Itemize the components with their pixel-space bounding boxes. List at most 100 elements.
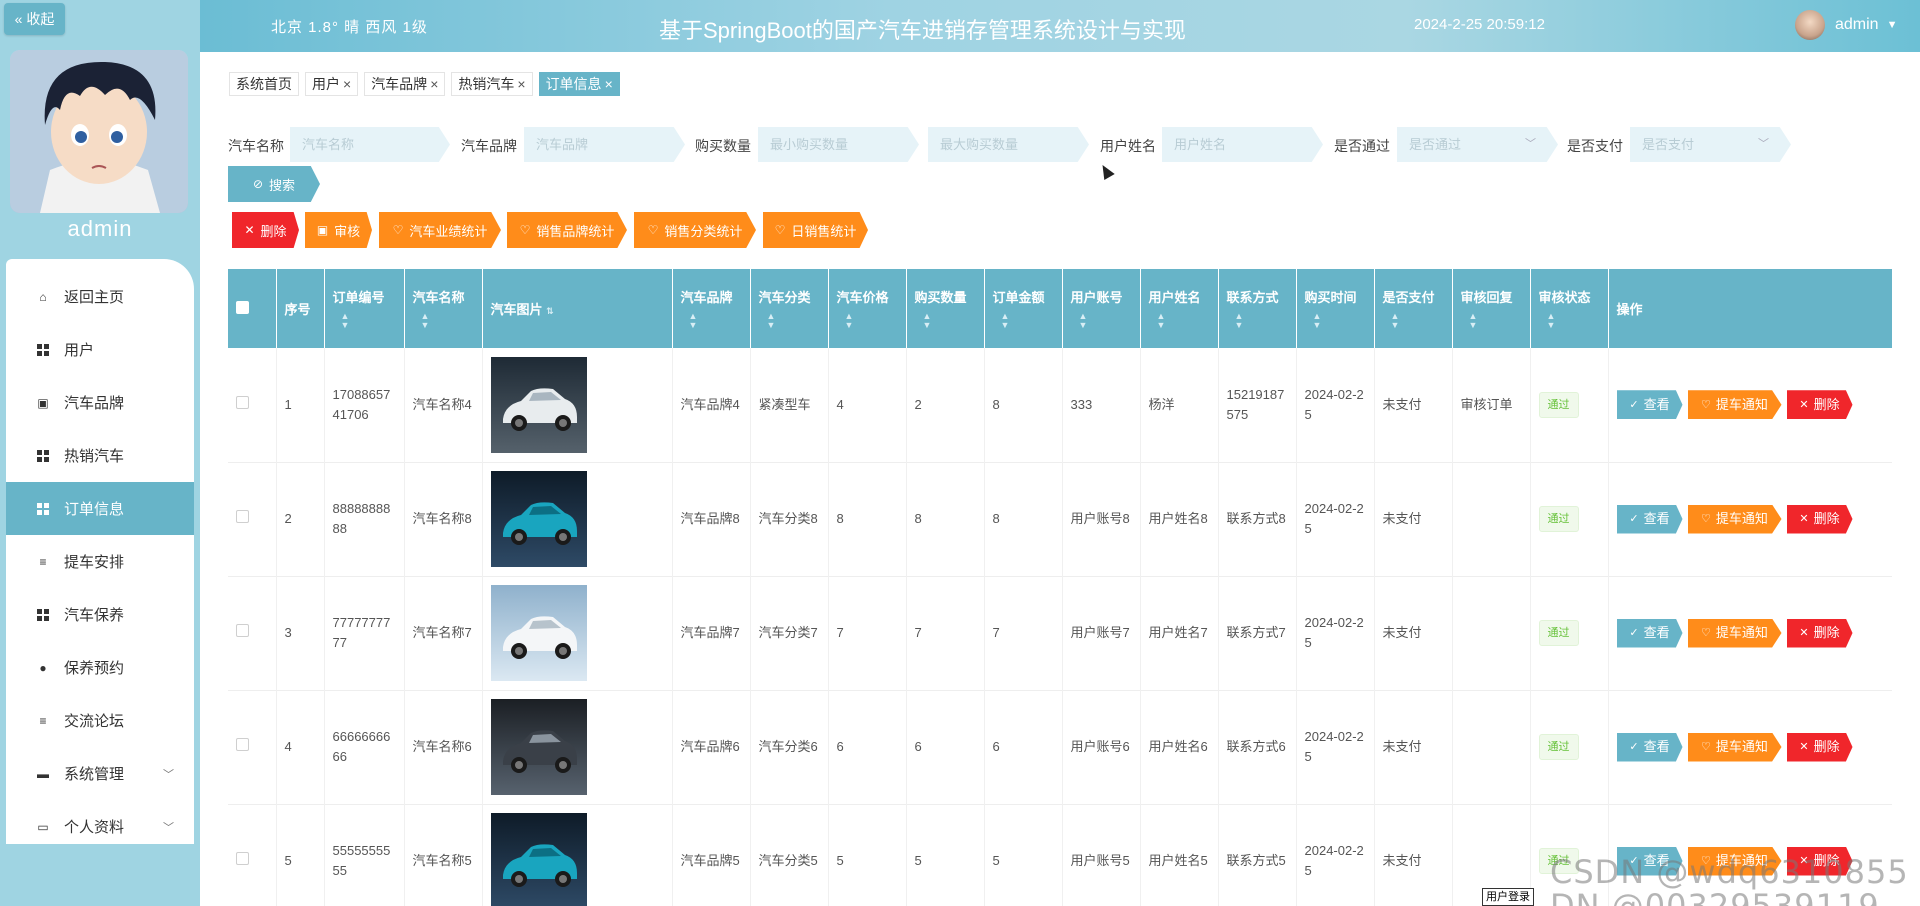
category-stats-button[interactable]: ♡ 销售分类统计 [634,212,756,248]
sort-icon[interactable]: ▲ ▼ [333,312,404,330]
sidebar-item-home[interactable]: ⌂ 返回主页 [6,270,194,323]
column-header[interactable]: 订单编号 ▲ ▼ [324,269,405,348]
pickup-notify-button[interactable]: ♡ 提车通知 [1687,618,1782,648]
status-badge: 通过 [1538,391,1579,418]
column-header[interactable]: 审核状态 ▲ ▼ [1530,269,1609,348]
sort-icon[interactable]: ▲ ▼ [1539,312,1608,330]
sort-icon[interactable]: ▲ ▼ [681,312,750,330]
tab-label: 用户 [312,76,340,92]
sort-icon[interactable]: ▲ ▼ [1461,312,1530,330]
column-header[interactable]: 是否支付 ▲ ▼ [1374,269,1453,348]
row-delete-button[interactable]: ✕ 删除 [1786,732,1853,762]
column-header[interactable]: 用户姓名 ▲ ▼ [1140,269,1219,348]
row-checkbox[interactable] [236,510,249,523]
car-name-input[interactable]: 汽车名称 [290,127,450,162]
row-delete-button[interactable]: ✕ 删除 [1786,390,1853,420]
view-button-label: 查看 [1643,739,1670,754]
close-icon[interactable]: × [343,76,351,92]
sort-icon[interactable]: ▲ ▼ [837,312,906,330]
sort-icon[interactable]: ▲ ▼ [1227,312,1296,330]
check-icon: ✓ [1629,741,1639,753]
avatar [10,50,188,213]
view-button[interactable]: ✓ 查看 [1616,390,1683,420]
view-button[interactable]: ✓ 查看 [1616,732,1683,762]
sidebar-item-pickup[interactable]: ≡ 提车安排 [6,535,194,588]
row-delete-label: 删除 [1813,739,1840,754]
row-checkbox[interactable] [236,624,249,637]
review-button[interactable]: ▣ 审核 [305,212,372,248]
close-icon: ✕ [1799,398,1809,411]
column-header[interactable]: 汽车分类 ▲ ▼ [750,269,829,348]
view-button[interactable]: ✓ 查看 [1616,504,1683,534]
pickup-notify-label: 提车通知 [1715,625,1768,640]
column-header[interactable]: 订单金额 ▲ ▼ [984,269,1063,348]
brand-stats-button[interactable]: ♡ 销售品牌统计 [507,212,627,248]
cell-quantity: 8 [906,462,985,576]
column-header[interactable]: 用户账号 ▲ ▼ [1062,269,1141,348]
paid-select[interactable]: 是否支付 ﹀ [1630,127,1791,162]
column-header[interactable]: 汽车品牌 ▲ ▼ [672,269,751,348]
tab-car-brand[interactable]: 汽车品牌 × [364,72,446,96]
sort-icon[interactable]: ▲ ▼ [413,312,482,330]
column-header[interactable]: 审核回复 ▲ ▼ [1452,269,1531,348]
brand-input[interactable]: 汽车品牌 [524,127,685,162]
passed-select[interactable]: 是否通过 ﹀ [1397,127,1558,162]
cell-status: 通过 [1530,348,1609,462]
tab-users[interactable]: 用户 × [305,72,359,96]
sort-icon[interactable]: ▲ ▼ [1383,312,1452,330]
sidebar-item-forum[interactable]: ≡ 交流论坛 [6,694,194,747]
column-header[interactable]: 汽车图片 ⇅ [482,269,673,348]
username-input[interactable]: 用户姓名 [1162,127,1323,162]
sort-icon[interactable]: ⇅ [546,306,554,316]
quantity-min-input[interactable]: 最小购买数量 [758,127,919,162]
cell-price: 4 [828,348,907,462]
row-checkbox[interactable] [236,738,249,751]
pickup-notify-button[interactable]: ♡ 提车通知 [1687,504,1782,534]
select-all-checkbox[interactable] [236,300,249,314]
quantity-max-input[interactable]: 最大购买数量 [928,127,1089,162]
cell-quantity: 7 [906,576,985,690]
pickup-notify-button[interactable]: ♡ 提车通知 [1687,732,1782,762]
tab-home[interactable]: 系统首页 [229,72,299,96]
sort-icon[interactable]: ▲ ▼ [1071,312,1140,330]
user-menu[interactable]: admin ▼ [1795,10,1897,40]
sidebar-item-maintenance-booking[interactable]: ● 保养预约 [6,641,194,694]
daily-stats-button[interactable]: ♡ 日销售统计 [763,212,868,248]
row-checkbox[interactable] [236,395,249,409]
sidebar-item-maintenance[interactable]: 汽车保养 [6,588,194,641]
column-header[interactable]: 序号 [276,269,325,348]
cell-phone: 联系方式7 [1218,576,1297,690]
pickup-notify-button[interactable]: ♡ 提车通知 [1687,390,1782,420]
row-delete-button[interactable]: ✕ 删除 [1786,504,1853,534]
column-header[interactable]: 购买数量 ▲ ▼ [906,269,985,348]
sidebar-item-orders[interactable]: 订单信息 [6,482,194,535]
row-delete-button[interactable]: ✕ 删除 [1786,618,1853,648]
sidebar-item-users[interactable]: 用户 [6,323,194,376]
view-button[interactable]: ✓ 查看 [1616,618,1683,648]
column-header[interactable]: 汽车名称 ▲ ▼ [404,269,483,348]
search-button[interactable]: ⊘ 搜索 [228,166,320,202]
cell-actions: ✓ 查看 ♡ 提车通知 ✕ 删除 [1608,462,1892,576]
sort-icon[interactable]: ▲ ▼ [1305,312,1374,330]
sidebar-item-profile[interactable]: ▭ 个人资料 ﹀ [6,800,194,853]
sidebar-item-system[interactable]: ▬ 系统管理 ﹀ [6,747,194,800]
sort-icon[interactable]: ▲ ▼ [1149,312,1218,330]
sidebar-item-hot-cars[interactable]: 热销汽车 [6,429,194,482]
collapse-sidebar-button[interactable]: « 收起 [4,3,65,35]
close-icon[interactable]: × [517,76,525,92]
sort-icon[interactable]: ▲ ▼ [993,312,1062,330]
tab-orders[interactable]: 订单信息 × [538,72,620,96]
sidebar-item-car-brand[interactable]: ▣ 汽车品牌 [6,376,194,429]
delete-button[interactable]: ✕ 删除 [232,212,299,248]
close-icon[interactable]: × [605,76,613,92]
sort-icon[interactable]: ▲ ▼ [915,312,984,330]
close-icon[interactable]: × [430,76,438,92]
sales-stats-button[interactable]: ♡ 汽车业绩统计 [379,212,501,248]
person-icon: ● [39,660,47,675]
row-checkbox[interactable] [236,852,249,865]
tab-hot-cars[interactable]: 热销汽车 × [451,72,533,96]
column-header[interactable]: 汽车价格 ▲ ▼ [828,269,907,348]
column-header[interactable]: 购买时间 ▲ ▼ [1296,269,1375,348]
column-header[interactable]: 联系方式 ▲ ▼ [1218,269,1297,348]
sort-icon[interactable]: ▲ ▼ [759,312,828,330]
